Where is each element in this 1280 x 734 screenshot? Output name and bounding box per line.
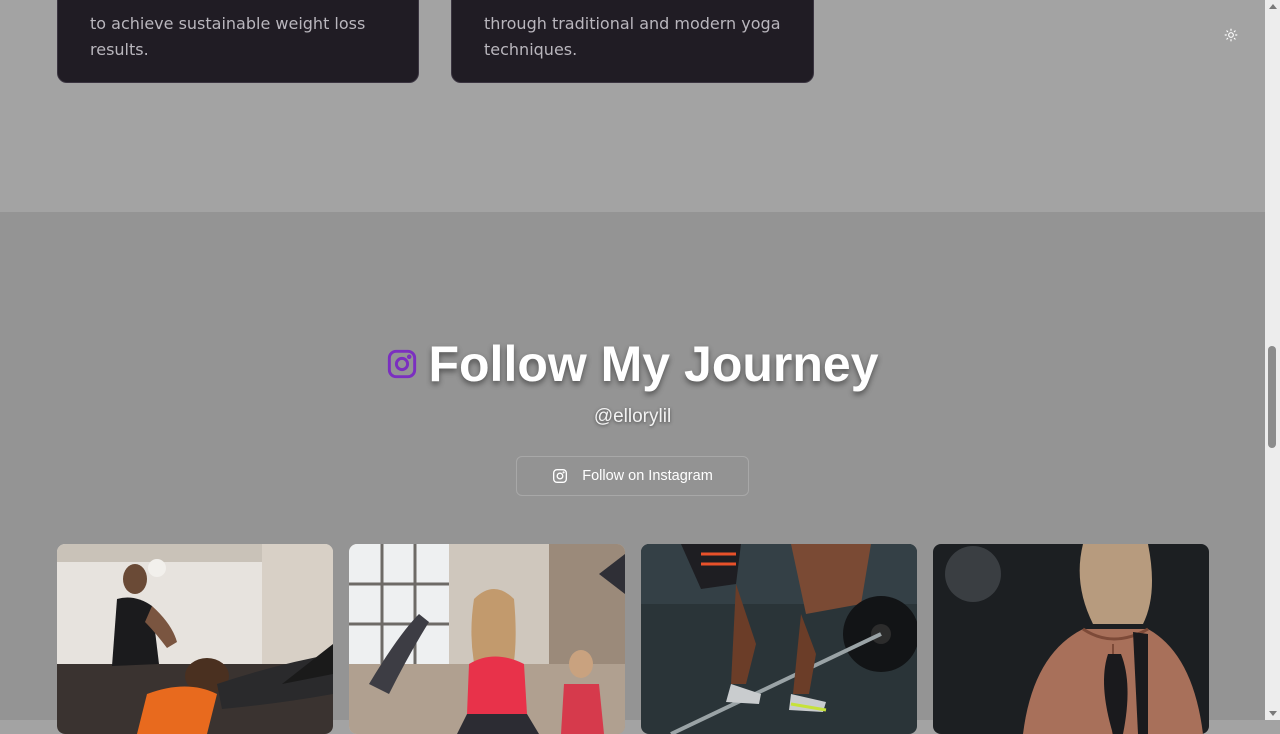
services-section: to achieve sustainable weight loss resul… xyxy=(0,0,1265,212)
card-text-line: techniques. xyxy=(484,40,578,59)
instagram-heading: Follow My Journey xyxy=(0,332,1265,396)
barbell-deadlift-photo[interactable] xyxy=(641,544,917,734)
woman-yoga-class-photo[interactable] xyxy=(349,544,625,734)
vertical-scrollbar[interactable] xyxy=(1265,0,1280,720)
theme-toggle-button[interactable] xyxy=(1220,24,1242,46)
instagram-handle[interactable]: @ellorylil xyxy=(0,406,1265,428)
follow-button-label: Follow on Instagram xyxy=(582,468,713,484)
section-title: Follow My Journey xyxy=(428,336,879,392)
instagram-icon xyxy=(388,349,417,379)
service-card-yoga: through traditional and modern yoga tech… xyxy=(451,0,814,83)
muscular-back-photo[interactable] xyxy=(933,544,1209,734)
card-text-line: through traditional and modern yoga xyxy=(484,14,781,33)
instagram-section: Follow My Journey @ellorylil Follow on I… xyxy=(0,212,1265,734)
card-text-line: results. xyxy=(90,40,149,59)
trainer-stretching-client-photo[interactable] xyxy=(57,544,333,734)
scroll-up-arrow-icon[interactable] xyxy=(1269,4,1277,9)
card-text-line: to achieve sustainable weight loss xyxy=(90,14,366,33)
scroll-thumb[interactable] xyxy=(1268,346,1276,448)
service-card-weight-loss: to achieve sustainable weight loss resul… xyxy=(57,0,419,83)
scroll-down-arrow-icon[interactable] xyxy=(1269,711,1277,716)
instagram-icon xyxy=(553,469,568,483)
follow-on-instagram-button[interactable]: Follow on Instagram xyxy=(516,456,749,496)
sun-icon xyxy=(1224,28,1238,42)
